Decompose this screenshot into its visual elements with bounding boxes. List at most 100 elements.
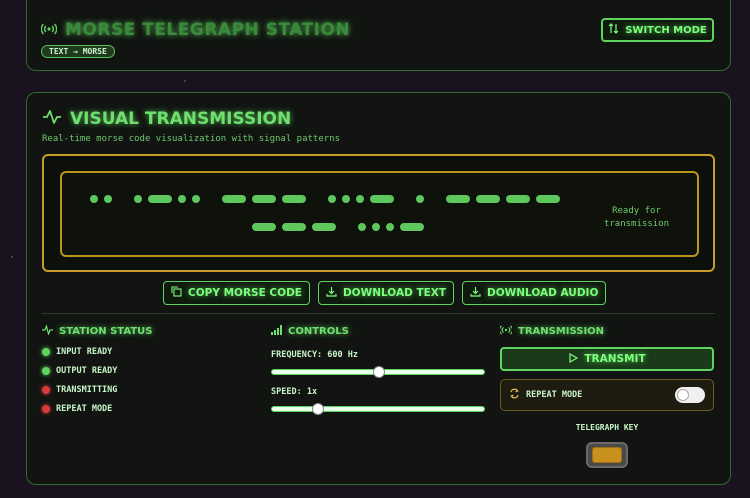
- morse-dash: [252, 195, 276, 203]
- ready-text-line2: transmission: [603, 219, 669, 229]
- frequency-slider-thumb[interactable]: [373, 366, 385, 378]
- mode-badge: TEXT → MORSE: [41, 45, 115, 58]
- morse-dot: [134, 195, 142, 203]
- station-status-title: STATION STATUS: [59, 326, 153, 337]
- morse-dot: [178, 195, 186, 203]
- repeat-icon: [509, 388, 520, 402]
- morse-dash: [400, 223, 424, 231]
- download-text-button[interactable]: DOWNLOAD TEXT: [317, 281, 455, 305]
- morse-dash: [222, 195, 246, 203]
- download-audio-label: DOWNLOAD AUDIO: [487, 287, 599, 299]
- controls-title: CONTROLS: [288, 326, 349, 337]
- status-item: OUTPUT READY: [42, 366, 242, 376]
- morse-dash: [506, 195, 530, 203]
- repeat-mode-row: REPEAT MODE: [500, 379, 714, 411]
- morse-dash: [312, 223, 336, 231]
- visual-title-row: VISUAL TRANSMISSION: [42, 109, 291, 129]
- station-status-section: STATION STATUS INPUT READY OUTPUT READY TR…: [42, 323, 242, 414]
- background-speck: [184, 80, 186, 82]
- morse-dot: [358, 223, 366, 231]
- morse-dot: [356, 195, 364, 203]
- morse-dot: [104, 195, 112, 203]
- telegraph-key-label: TELEGRAPH KEY: [575, 423, 639, 432]
- pulse-icon: [42, 323, 53, 338]
- station-status-title-row: STATION STATUS: [42, 323, 242, 338]
- morse-dash: [370, 195, 394, 203]
- morse-dot: [416, 195, 424, 203]
- swap-arrows-icon: [608, 23, 619, 37]
- status-label: OUTPUT READY: [56, 366, 118, 376]
- signal-bars-icon: [271, 325, 282, 338]
- controls-section: CONTROLS FREQUENCY: 600 Hz SPEED: 1x: [271, 325, 491, 415]
- download-text-label: DOWNLOAD TEXT: [342, 287, 447, 299]
- repeat-mode-toggle[interactable]: [675, 387, 705, 403]
- status-light: [42, 386, 50, 394]
- transmission-status-text: Ready for transmission: [604, 205, 669, 231]
- status-list: INPUT READY OUTPUT READY TRANSMITTING REPEA…: [42, 347, 242, 414]
- status-light: [42, 367, 50, 375]
- switch-mode-button[interactable]: SWITCH MODE: [601, 18, 714, 42]
- morse-dot: [386, 223, 394, 231]
- header-panel: MORSE TELEGRAPH STATION TEXT → MORSE SWI…: [26, 0, 731, 71]
- status-item: INPUT READY: [42, 347, 242, 357]
- controls-title-row: CONTROLS: [271, 325, 491, 338]
- download-icon: [326, 286, 337, 300]
- copy-morse-label: COPY MORSE CODE: [188, 287, 302, 299]
- header-title-row: MORSE TELEGRAPH STATION: [40, 20, 351, 40]
- morse-dot: [90, 195, 98, 203]
- status-light: [42, 348, 50, 356]
- status-label: TRANSMITTING: [56, 385, 118, 395]
- speed-slider-thumb[interactable]: [312, 403, 325, 415]
- frequency-label: FREQUENCY: 600 Hz: [271, 350, 358, 360]
- morse-dash: [282, 195, 306, 203]
- download-icon: [470, 286, 481, 300]
- transmission-title: TRANSMISSION: [518, 326, 605, 337]
- visual-transmission-panel: VISUAL TRANSMISSION Real-time morse code…: [26, 92, 731, 485]
- morse-dot: [372, 223, 380, 231]
- pulse-icon: [42, 109, 62, 129]
- toggle-knob: [677, 389, 689, 401]
- status-light: [42, 405, 50, 413]
- transmit-button[interactable]: TRANSMIT: [500, 347, 714, 371]
- action-buttons: COPY MORSE CODE DOWNLOAD TEXT DOWNLOAD A…: [163, 281, 607, 305]
- repeat-mode-label: REPEAT MODE: [526, 390, 583, 400]
- app-title: MORSE TELEGRAPH STATION: [65, 20, 351, 40]
- visual-subtitle: Real-time morse code visualization with …: [42, 134, 341, 144]
- transmission-title-row: TRANSMISSION: [499, 325, 714, 338]
- transmission-section: TRANSMISSION TRANSMIT REPEAT MODE TELEGR…: [499, 325, 714, 468]
- morse-display-frame: Ready for transmission: [42, 154, 715, 272]
- morse-dash: [446, 195, 470, 203]
- broadcast-icon: [499, 325, 513, 338]
- transmit-label: TRANSMIT: [584, 353, 646, 365]
- speed-label: SPEED: 1x: [271, 387, 318, 397]
- telegraph-key-cap: [592, 447, 622, 463]
- telegraph-key[interactable]: [586, 442, 628, 468]
- status-item: TRANSMITTING: [42, 385, 242, 395]
- morse-dash: [476, 195, 500, 203]
- morse-dot: [328, 195, 336, 203]
- download-audio-button[interactable]: DOWNLOAD AUDIO: [462, 281, 607, 305]
- morse-display: Ready for transmission: [60, 171, 699, 257]
- status-item: REPEAT MODE: [42, 404, 242, 414]
- visual-title: VISUAL TRANSMISSION: [70, 109, 292, 129]
- status-label: INPUT READY: [56, 347, 113, 357]
- morse-line-2: [252, 223, 430, 231]
- broadcast-icon: [40, 21, 58, 40]
- morse-dash: [148, 195, 172, 203]
- morse-dash: [536, 195, 560, 203]
- switch-mode-label: SWITCH MODE: [625, 24, 707, 36]
- play-icon: [568, 352, 579, 366]
- copy-morse-button[interactable]: COPY MORSE CODE: [163, 281, 310, 305]
- frequency-slider[interactable]: [271, 366, 485, 378]
- status-label: REPEAT MODE: [56, 404, 113, 414]
- morse-dot: [342, 195, 350, 203]
- morse-dash: [282, 223, 306, 231]
- section-divider: [42, 313, 715, 314]
- morse-dash: [252, 223, 276, 231]
- background-speck: [11, 256, 13, 258]
- ready-text-line1: Ready for: [612, 206, 661, 216]
- morse-line-1: [90, 195, 566, 203]
- speed-slider[interactable]: [271, 403, 485, 415]
- morse-dot: [192, 195, 200, 203]
- copy-icon: [171, 286, 182, 300]
